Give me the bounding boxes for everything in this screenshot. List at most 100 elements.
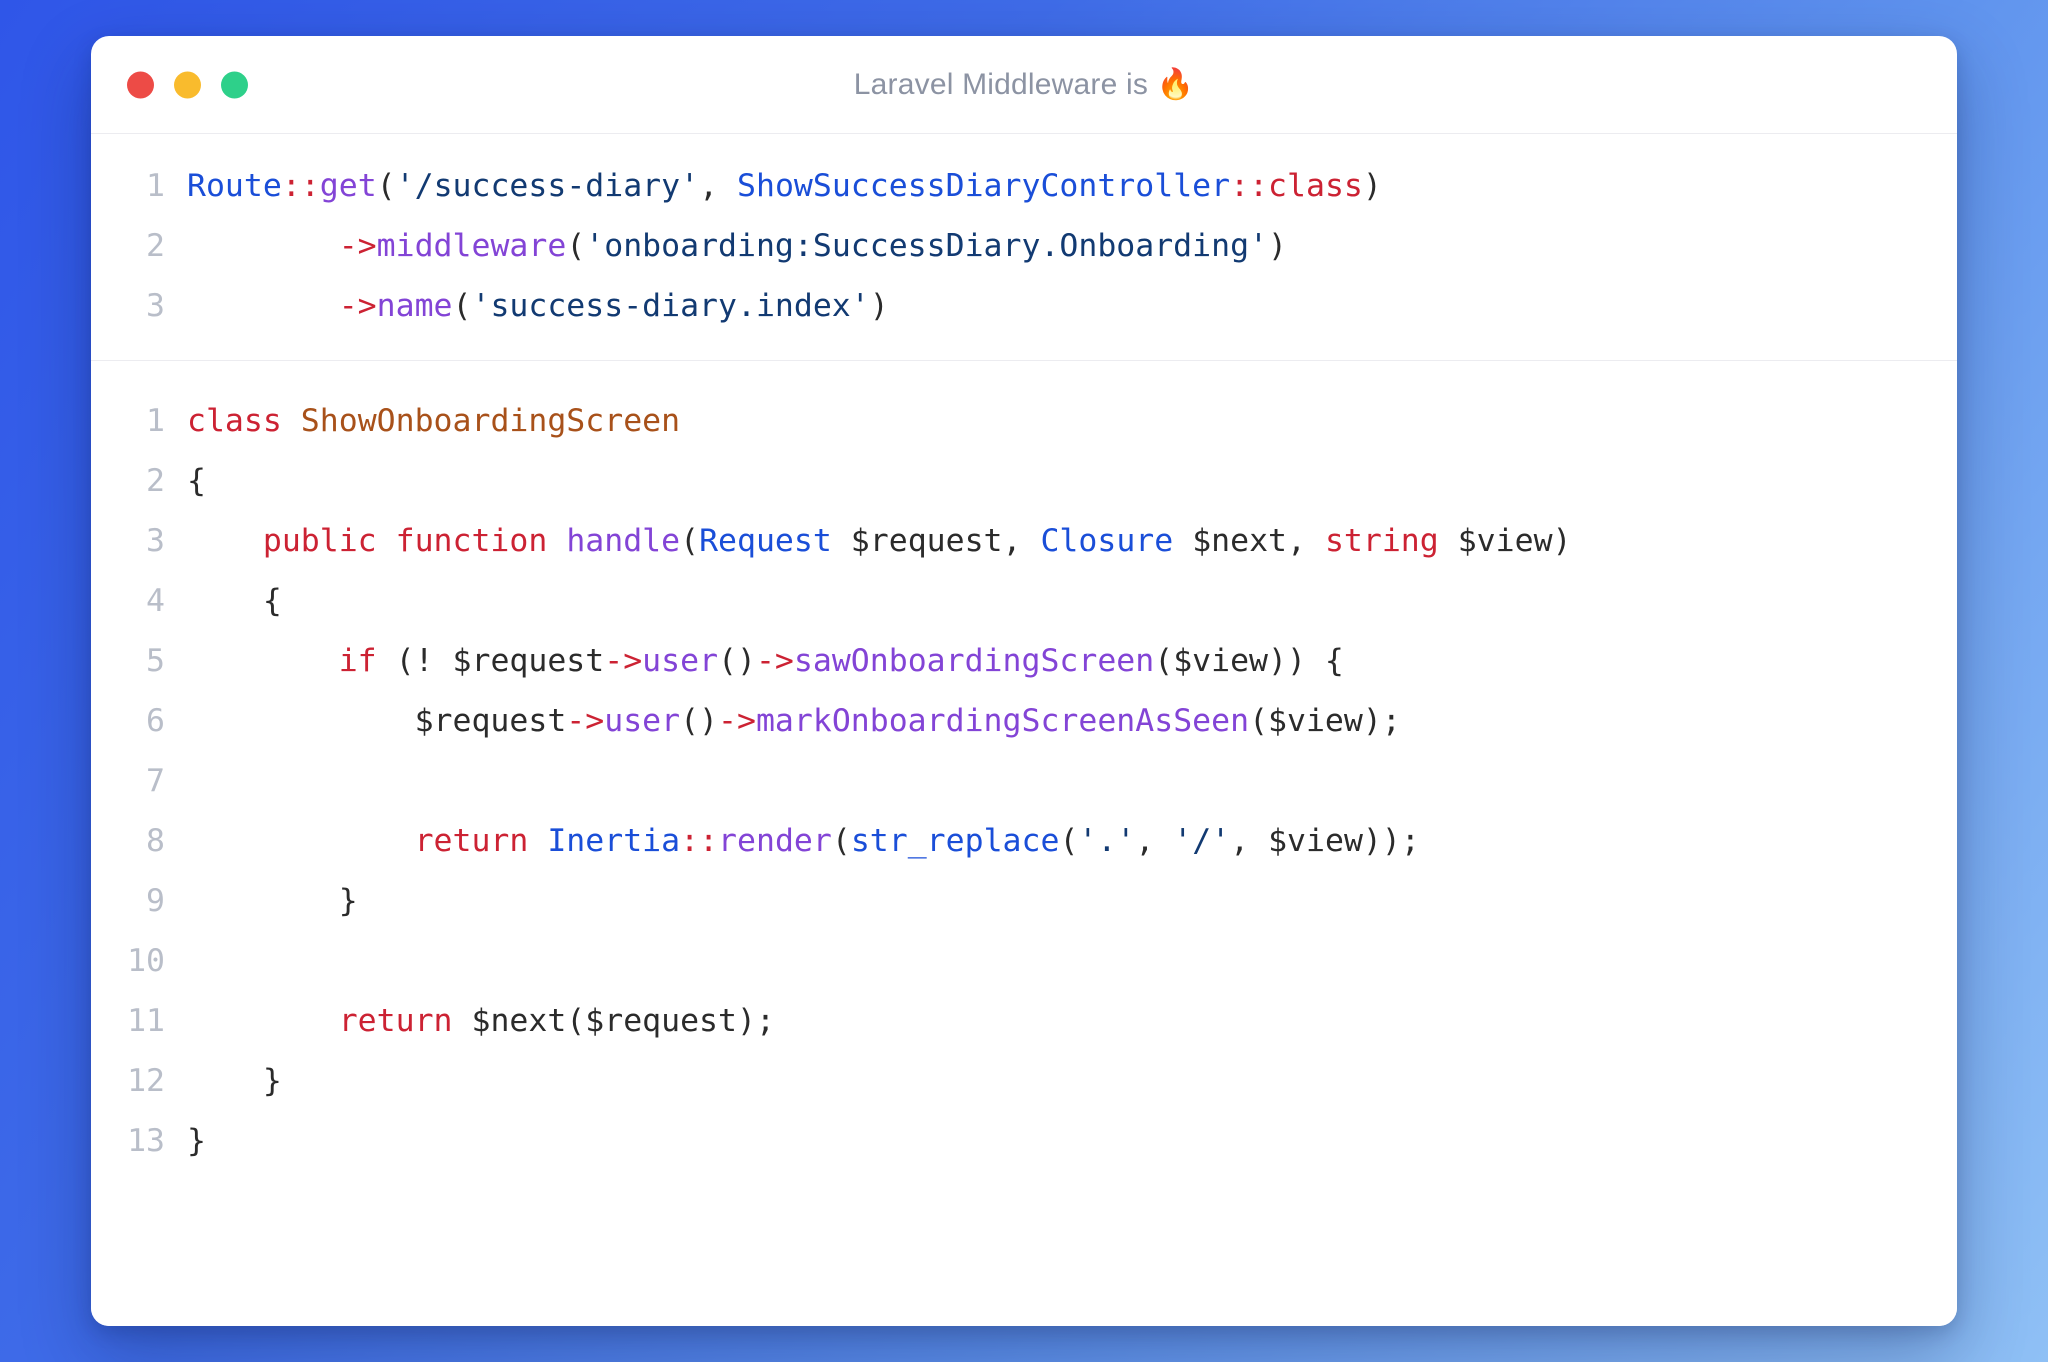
- code-line: 1 class ShowOnboardingScreen: [91, 391, 1957, 451]
- code-line-text[interactable]: ->name('success-diary.index'): [187, 276, 1957, 336]
- code-line-text[interactable]: return Inertia::render(str_replace('.', …: [187, 811, 1957, 871]
- code-token: user: [604, 703, 681, 739]
- code-token: ($view);: [1249, 703, 1401, 739]
- code-token: (: [376, 168, 396, 204]
- code-token: {: [187, 583, 282, 619]
- code-line-text[interactable]: }: [187, 1051, 1957, 1111]
- code-line: 5 if (! $request->user()->sawOnboardingS…: [91, 631, 1957, 691]
- code-token: Route: [187, 168, 282, 204]
- code-token: middleware: [376, 228, 567, 264]
- code-token: string: [1324, 523, 1439, 559]
- close-button-icon[interactable]: [127, 71, 154, 98]
- code-line-text[interactable]: {: [187, 571, 1957, 631]
- maximize-button-icon[interactable]: [221, 71, 248, 98]
- code-line-text[interactable]: class ShowOnboardingScreen: [187, 391, 1957, 451]
- code-token: ->: [604, 643, 643, 679]
- code-token: ->: [718, 703, 756, 739]
- code-token: ::: [281, 168, 320, 204]
- code-token: Inertia: [547, 823, 681, 859]
- line-number: 3: [146, 288, 165, 324]
- code-token: $request: [187, 703, 567, 739]
- code-token: if: [338, 643, 377, 679]
- code-token: public function: [262, 523, 548, 559]
- line-number: 13: [127, 1123, 165, 1159]
- code-line: 3 public function handle(Request $reques…: [91, 511, 1957, 571]
- code-line-text[interactable]: public function handle(Request $request,…: [187, 511, 1957, 571]
- code-token: 'onboarding:SuccessDiary.Onboarding': [585, 228, 1269, 264]
- code-line: 13}: [91, 1111, 1957, 1171]
- line-number: 2: [146, 463, 165, 499]
- code-token: return: [414, 823, 529, 859]
- code-token: render: [718, 823, 832, 859]
- line-number: 6: [146, 703, 165, 739]
- code-line: 2{: [91, 451, 1957, 511]
- code-token: str_replace: [850, 823, 1060, 859]
- routes-block: 1 Route::get('/success-diary', ShowSucces…: [91, 134, 1957, 360]
- code-area: 1 Route::get('/success-diary', ShowSucces…: [91, 134, 1957, 1326]
- code-token: }: [187, 1123, 206, 1159]
- line-number: 7: [146, 763, 165, 799]
- code-line-text[interactable]: {: [187, 451, 1957, 511]
- code-token: }: [187, 1063, 282, 1099]
- code-line-text[interactable]: Route::get('/success-diary', ShowSuccess…: [187, 156, 1957, 216]
- code-token: '.': [1078, 823, 1136, 859]
- line-number: 9: [146, 883, 165, 919]
- code-token: ShowOnboardingScreen: [300, 403, 681, 439]
- code-line-text[interactable]: return $next($request);: [187, 991, 1957, 1051]
- line-number: 1: [146, 168, 165, 204]
- code-token: $request,: [831, 523, 1041, 559]
- code-token: }: [187, 883, 358, 919]
- code-token: ,: [699, 168, 738, 204]
- code-token: Closure: [1040, 523, 1174, 559]
- code-token: ::: [680, 823, 719, 859]
- code-token: {: [187, 463, 206, 499]
- code-line-text[interactable]: }: [187, 871, 1957, 931]
- code-token: ($view)) {: [1154, 643, 1344, 679]
- code-line: 11 return $next($request);: [91, 991, 1957, 1051]
- code-line-text[interactable]: $request->user()->markOnboardingScreenAs…: [187, 691, 1957, 751]
- code-token: ->: [566, 703, 605, 739]
- code-token: (! $request: [376, 643, 605, 679]
- code-line: 3 ->name('success-diary.index'): [91, 276, 1957, 336]
- code-token: '/': [1173, 823, 1231, 859]
- line-number: 10: [127, 943, 165, 979]
- code-line: 4 {: [91, 571, 1957, 631]
- code-token: (: [566, 228, 586, 264]
- code-token: markOnboardingScreenAsSeen: [755, 703, 1250, 739]
- code-token: 'success-diary.index': [471, 288, 870, 324]
- code-token: (): [680, 703, 719, 739]
- code-token: name: [376, 288, 453, 324]
- code-token: (): [718, 643, 756, 679]
- code-line: 6 $request->user()->markOnboardingScreen…: [91, 691, 1957, 751]
- code-token: '/success-diary': [395, 168, 700, 204]
- code-token: ,: [1135, 823, 1174, 859]
- code-token: ->: [338, 288, 377, 324]
- code-line: 2 ->middleware('onboarding:SuccessDiary.…: [91, 216, 1957, 276]
- code-token: class: [187, 403, 282, 439]
- code-line: 7: [91, 751, 1957, 811]
- code-token: ShowSuccessDiaryController: [737, 168, 1231, 204]
- line-number: 12: [127, 1063, 165, 1099]
- code-token: , $view));: [1230, 823, 1420, 859]
- window-title-text: Laravel Middleware is: [853, 68, 1157, 101]
- middleware-class-block: 1 class ShowOnboardingScreen 2{3 public fu…: [91, 360, 1957, 1195]
- code-token: (: [1059, 823, 1079, 859]
- line-number: 4: [146, 583, 165, 619]
- code-line: 12 }: [91, 1051, 1957, 1111]
- code-line-text[interactable]: }: [187, 1111, 1957, 1171]
- code-token: handle: [566, 523, 681, 559]
- code-token: ->: [338, 228, 377, 264]
- code-line-text[interactable]: if (! $request->user()->sawOnboardingScr…: [187, 631, 1957, 691]
- code-line-text[interactable]: ->middleware('onboarding:SuccessDiary.On…: [187, 216, 1957, 276]
- code-snippet-window: Laravel Middleware is 🔥 1 Route::get('/su…: [91, 36, 1957, 1326]
- minimize-button-icon[interactable]: [174, 71, 201, 98]
- code-token: user: [642, 643, 719, 679]
- line-number: 2: [146, 228, 165, 264]
- code-token: sawOnboardingScreen: [793, 643, 1155, 679]
- code-token: Request: [699, 523, 832, 559]
- traffic-light-buttons: [127, 71, 248, 98]
